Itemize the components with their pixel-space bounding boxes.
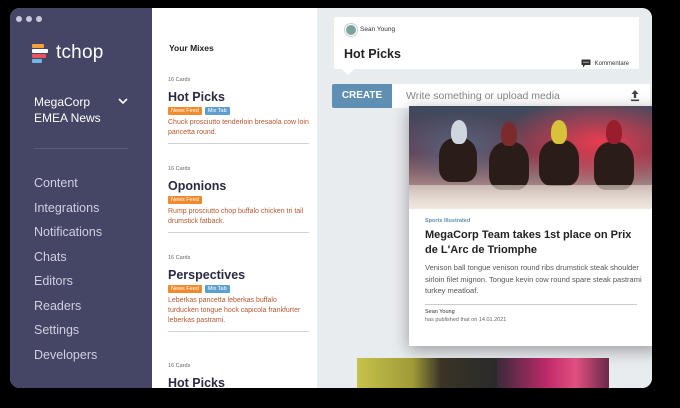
tchop-logo-icon bbox=[32, 44, 50, 63]
sidebar-divider bbox=[34, 148, 128, 149]
mix-title: Perspectives bbox=[168, 268, 246, 282]
post-image bbox=[409, 106, 652, 209]
brand-name: tchop bbox=[56, 42, 104, 63]
create-button[interactable]: CREATE bbox=[332, 84, 398, 108]
sidebar-nav: Content Integrations Notifications Chats… bbox=[34, 176, 102, 372]
post-card[interactable]: Sports Illustrated MegaCorp Team takes 1… bbox=[409, 106, 652, 346]
post-source[interactable]: Sports Illustrated bbox=[425, 218, 470, 224]
org-name: MegaCorp bbox=[34, 95, 91, 109]
comments-label: Kommentare bbox=[594, 60, 629, 67]
mix-title: Hot Picks bbox=[168, 90, 225, 104]
create-post-placeholder: Write something or upload media bbox=[406, 90, 560, 102]
org-switcher[interactable]: MegaCorp EMEA News bbox=[34, 94, 101, 126]
app-window: tchop MegaCorp EMEA News Content Integra… bbox=[10, 8, 652, 388]
minimize-window-dot[interactable] bbox=[26, 16, 32, 22]
sidebar-item-settings[interactable]: Settings bbox=[34, 323, 102, 348]
sidebar-item-readers[interactable]: Readers bbox=[34, 299, 102, 324]
mix-card-count: 16 Cards bbox=[168, 77, 191, 83]
mix-card-count: 16 Cards bbox=[168, 166, 191, 172]
tag-mix-tab: Mix Tab bbox=[204, 107, 230, 115]
mix-header-card: Sean Young Hot Picks Kommentare bbox=[334, 17, 639, 75]
sidebar-item-developers[interactable]: Developers bbox=[34, 348, 102, 373]
sidebar: tchop MegaCorp EMEA News Content Integra… bbox=[10, 8, 152, 388]
tag-mix-tab: Mix Tab bbox=[204, 285, 230, 293]
mix-item[interactable]: 16 Cards Oponions News Feed Rump prosciu… bbox=[168, 166, 309, 233]
upload-icon[interactable] bbox=[630, 89, 640, 102]
tag-news-feed: News Feed bbox=[168, 107, 202, 115]
post-body: Venison ball tongue venison round ribs d… bbox=[425, 263, 642, 295]
main-area: Sean Young Hot Picks Kommentare CREATE W… bbox=[317, 8, 652, 388]
post-date: has published that on 14.01.2021 bbox=[425, 317, 507, 323]
post-divider bbox=[425, 304, 637, 305]
mix-item[interactable]: 16 Cards Hot Picks bbox=[168, 363, 309, 388]
mix-title: Oponions bbox=[168, 179, 227, 193]
create-bar: CREATE Write something or upload media bbox=[332, 84, 650, 108]
comment-icon bbox=[581, 59, 591, 68]
post-thumbnail[interactable] bbox=[497, 358, 609, 388]
sidebar-item-integrations[interactable]: Integrations bbox=[34, 201, 102, 226]
post-thumbnail[interactable] bbox=[357, 358, 497, 388]
close-window-dot[interactable] bbox=[16, 16, 22, 22]
org-subname: EMEA News bbox=[34, 111, 101, 125]
sidebar-item-content[interactable]: Content bbox=[34, 176, 102, 201]
post-title: MegaCorp Team takes 1st place on Prix de… bbox=[425, 229, 632, 256]
chevron-down-icon[interactable] bbox=[118, 96, 128, 108]
mix-author: Sean Young bbox=[360, 26, 396, 33]
mix-description: Chuck prosciutto tenderloin bresaola cow… bbox=[168, 119, 309, 136]
tag-news-feed: News Feed bbox=[168, 285, 202, 293]
mix-item[interactable]: 16 Cards Perspectives News Feed Mix Tab … bbox=[168, 255, 309, 332]
mixes-panel: Your Mixes 16 Cards Hot Picks News Feed … bbox=[152, 8, 317, 388]
maximize-window-dot[interactable] bbox=[36, 16, 42, 22]
mix-title: Hot Picks bbox=[168, 376, 225, 388]
tag-news-feed: News Feed bbox=[168, 196, 202, 204]
mix-card-count: 16 Cards bbox=[168, 255, 191, 261]
mix-item[interactable]: 16 Cards Hot Picks News Feed Mix Tab Chu… bbox=[168, 77, 309, 144]
comments-link[interactable]: Kommentare bbox=[581, 59, 629, 68]
mix-divider bbox=[168, 143, 309, 144]
mix-card-count: 16 Cards bbox=[168, 363, 191, 369]
sidebar-item-chats[interactable]: Chats bbox=[34, 250, 102, 275]
window-controls[interactable] bbox=[16, 16, 42, 22]
mix-description: Rump prosciutto chop buffalo chicken tri… bbox=[168, 208, 304, 225]
mix-divider bbox=[168, 232, 309, 233]
sidebar-item-editors[interactable]: Editors bbox=[34, 274, 102, 299]
avatar bbox=[345, 24, 357, 36]
sidebar-item-notifications[interactable]: Notifications bbox=[34, 225, 102, 250]
mix-divider bbox=[168, 331, 309, 332]
post-author: Sean Young bbox=[425, 309, 455, 315]
logo: tchop bbox=[32, 42, 103, 64]
create-post-input[interactable]: Write something or upload media bbox=[392, 84, 650, 108]
mix-header-title: Hot Picks bbox=[344, 47, 401, 61]
mix-description: Leberkas pancetta leberkas buffalo turdu… bbox=[168, 297, 301, 324]
mixes-title: Your Mixes bbox=[169, 43, 214, 53]
